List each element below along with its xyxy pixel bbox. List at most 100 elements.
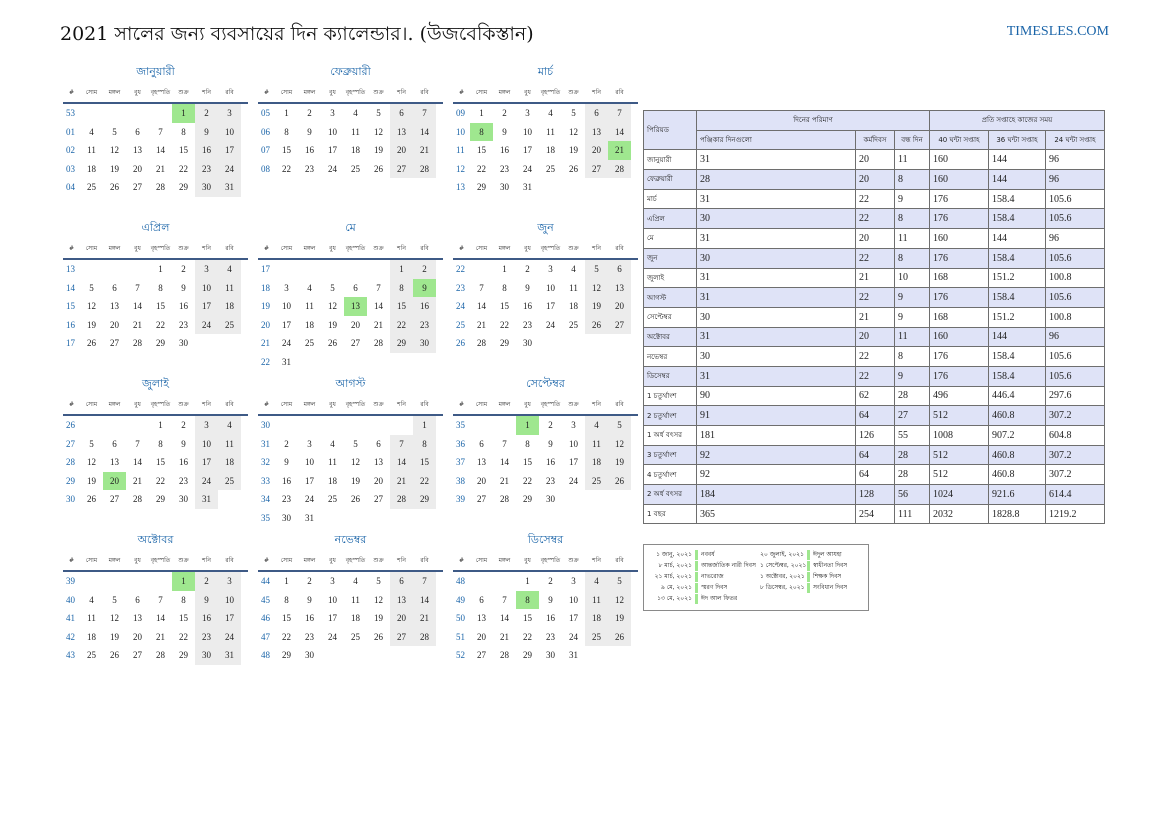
day-cell[interactable]: 28 [470, 334, 493, 353]
day-cell[interactable]: 6 [103, 279, 126, 298]
day-cell[interactable]: 19 [608, 609, 631, 628]
day-cell[interactable]: 20 [470, 628, 493, 647]
day-cell[interactable]: 26 [585, 315, 608, 334]
day-cell[interactable]: 30 [195, 646, 218, 665]
day-cell[interactable]: 19 [344, 472, 367, 491]
day-cell[interactable]: 20 [126, 628, 149, 647]
day-cell[interactable]: 24 [562, 472, 585, 491]
day-cell[interactable]: 2 [195, 572, 218, 591]
day-cell[interactable]: 30 [195, 178, 218, 197]
day-cell[interactable]: 26 [367, 628, 390, 647]
site-link[interactable]: TIMESLES.COM [1007, 24, 1109, 40]
day-cell[interactable]: 10 [195, 434, 218, 453]
day-cell[interactable]: 11 [321, 453, 344, 472]
day-cell[interactable]: 31 [298, 509, 321, 528]
day-cell[interactable]: 12 [103, 141, 126, 160]
day-cell[interactable]: 2 [539, 572, 562, 591]
day-cell[interactable]: 1 [172, 104, 195, 123]
day-cell[interactable]: 13 [390, 122, 413, 141]
day-cell[interactable]: 21 [470, 316, 493, 335]
day-cell[interactable]: 4 [80, 123, 103, 142]
day-cell[interactable]: 20 [367, 472, 390, 491]
day-cell[interactable]: 1 [149, 260, 172, 279]
day-cell[interactable]: 25 [80, 646, 103, 665]
day-cell[interactable]: 21 [126, 316, 149, 335]
day-cell[interactable]: 1 [149, 416, 172, 435]
day-cell[interactable]: 23 [539, 628, 562, 647]
day-cell[interactable]: 29 [516, 646, 539, 665]
day-cell[interactable]: 1 [275, 572, 298, 591]
day-cell[interactable]: 11 [585, 590, 608, 609]
day-cell[interactable]: 4 [344, 104, 367, 123]
day-cell[interactable]: 7 [390, 434, 413, 453]
day-cell[interactable]: 27 [608, 315, 631, 334]
day-cell[interactable]: 11 [344, 123, 367, 142]
day-cell[interactable]: 9 [275, 453, 298, 472]
day-cell[interactable]: 18 [344, 141, 367, 160]
day-cell[interactable]: 23 [172, 316, 195, 335]
day-cell[interactable]: 8 [172, 123, 195, 142]
day-cell[interactable]: 25 [298, 334, 321, 353]
day-cell[interactable]: 20 [470, 472, 493, 491]
day-cell[interactable]: 17 [321, 141, 344, 160]
day-cell[interactable]: 22 [390, 315, 413, 334]
day-cell[interactable]: 25 [218, 315, 241, 334]
day-cell[interactable]: 26 [608, 627, 631, 646]
day-cell[interactable]: 25 [344, 160, 367, 179]
day-cell[interactable]: 6 [585, 104, 608, 123]
day-cell[interactable]: 4 [298, 279, 321, 298]
day-cell[interactable]: 22 [413, 471, 436, 490]
day-cell[interactable]: 13 [126, 141, 149, 160]
day-cell[interactable]: 9 [493, 123, 516, 142]
day-cell[interactable]: 8 [470, 122, 493, 141]
day-cell[interactable]: 25 [80, 178, 103, 197]
day-cell[interactable]: 16 [172, 297, 195, 316]
day-cell[interactable]: 27 [390, 627, 413, 646]
day-cell[interactable]: 31 [562, 646, 585, 665]
day-cell[interactable]: 31 [195, 490, 218, 509]
day-cell[interactable]: 6 [390, 104, 413, 123]
day-cell[interactable]: 8 [413, 434, 436, 453]
day-cell[interactable]: 9 [413, 278, 436, 297]
day-cell[interactable]: 6 [470, 591, 493, 610]
day-cell[interactable]: 28 [413, 627, 436, 646]
day-cell[interactable]: 21 [149, 160, 172, 179]
day-cell[interactable]: 14 [413, 590, 436, 609]
day-cell[interactable]: 5 [608, 572, 631, 591]
day-cell[interactable]: 11 [80, 609, 103, 628]
day-cell[interactable]: 19 [80, 316, 103, 335]
day-cell[interactable]: 13 [390, 590, 413, 609]
day-cell[interactable]: 15 [275, 141, 298, 160]
day-cell[interactable]: 10 [218, 122, 241, 141]
day-cell[interactable]: 19 [367, 141, 390, 160]
day-cell[interactable]: 19 [367, 609, 390, 628]
day-cell[interactable]: 4 [218, 416, 241, 435]
day-cell[interactable]: 13 [470, 609, 493, 628]
day-cell[interactable]: 30 [493, 178, 516, 197]
day-cell[interactable]: 15 [390, 297, 413, 316]
day-cell[interactable]: 15 [470, 141, 493, 160]
day-cell[interactable]: 29 [149, 334, 172, 353]
day-cell[interactable]: 21 [413, 141, 436, 160]
day-cell[interactable]: 21 [367, 316, 390, 335]
day-cell[interactable]: 8 [275, 591, 298, 610]
day-cell[interactable]: 28 [413, 159, 436, 178]
day-cell[interactable]: 20 [126, 160, 149, 179]
day-cell[interactable]: 14 [126, 297, 149, 316]
day-cell[interactable]: 27 [585, 159, 608, 178]
day-cell[interactable]: 8 [516, 590, 539, 609]
day-cell[interactable]: 17 [539, 297, 562, 316]
day-cell[interactable]: 29 [149, 490, 172, 509]
day-cell[interactable]: 26 [367, 160, 390, 179]
day-cell[interactable]: 29 [470, 178, 493, 197]
day-cell[interactable]: 7 [149, 123, 172, 142]
day-cell[interactable]: 11 [562, 279, 585, 298]
day-cell[interactable]: 31 [516, 178, 539, 197]
day-cell[interactable]: 28 [608, 159, 631, 178]
day-cell[interactable]: 15 [275, 609, 298, 628]
day-cell[interactable]: 20 [390, 609, 413, 628]
day-cell[interactable]: 11 [298, 297, 321, 316]
day-cell[interactable]: 27 [126, 178, 149, 197]
day-cell[interactable]: 3 [516, 104, 539, 123]
day-cell[interactable]: 18 [298, 316, 321, 335]
